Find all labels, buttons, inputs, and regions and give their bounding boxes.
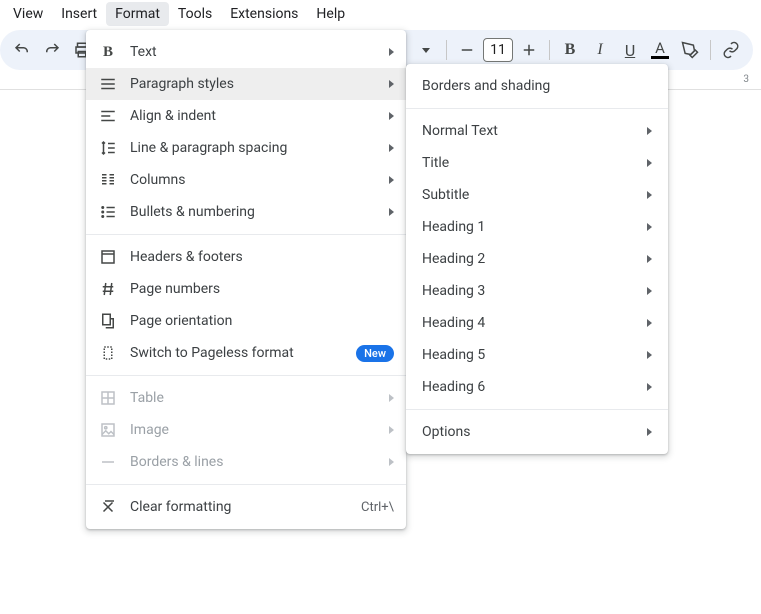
para-item-title[interactable]: Title — [406, 147, 668, 179]
chevron-right-icon — [389, 458, 394, 466]
para-item-heading-6[interactable]: Heading 6 — [406, 371, 668, 403]
format-item-page-orientation[interactable]: Page orientation — [86, 305, 406, 337]
underline-icon: U — [625, 41, 635, 60]
menu-help[interactable]: Help — [307, 2, 354, 26]
menu-separator — [86, 234, 406, 235]
format-item-paragraph-styles[interactable]: Paragraph styles — [86, 68, 406, 100]
para-item-normal-text[interactable]: Normal Text — [406, 115, 668, 147]
font-size-increase-button[interactable] — [515, 36, 543, 64]
font-size-decrease-button[interactable] — [453, 36, 481, 64]
format-item-pageless[interactable]: Switch to Pageless format New — [86, 337, 406, 369]
chevron-right-icon — [647, 319, 652, 327]
para-item-borders-shading[interactable]: Borders and shading — [406, 70, 668, 102]
highlighter-icon — [681, 41, 699, 59]
chevron-right-icon — [389, 80, 394, 88]
line-spacing-icon — [98, 138, 118, 158]
chevron-right-icon — [389, 144, 394, 152]
page-numbers-icon — [98, 279, 118, 299]
highlight-button[interactable] — [676, 36, 704, 64]
para-item-heading-5[interactable]: Heading 5 — [406, 339, 668, 371]
new-badge: New — [356, 345, 394, 362]
format-item-align-indent[interactable]: Align & indent — [86, 100, 406, 132]
format-menu-dropdown: B Text Paragraph styles Align & indent L… — [86, 30, 406, 529]
para-item-heading-1[interactable]: Heading 1 — [406, 211, 668, 243]
link-icon — [722, 41, 740, 59]
image-icon — [98, 420, 118, 440]
menu-separator — [86, 375, 406, 376]
menu-extensions[interactable]: Extensions — [221, 2, 307, 26]
chevron-right-icon — [389, 176, 394, 184]
italic-button[interactable]: I — [586, 36, 614, 64]
toolbar-separator — [549, 40, 550, 60]
chevron-right-icon — [647, 383, 652, 391]
align-icon — [98, 106, 118, 126]
table-icon — [98, 388, 118, 408]
chevron-right-icon — [389, 426, 394, 434]
menu-separator — [406, 409, 668, 410]
bold-icon: B — [98, 42, 118, 62]
chevron-right-icon — [647, 159, 652, 167]
font-size-input[interactable]: 11 — [483, 38, 513, 62]
menu-insert[interactable]: Insert — [52, 2, 106, 26]
format-item-table: Table — [86, 382, 406, 414]
undo-button[interactable] — [8, 36, 36, 64]
chevron-right-icon — [647, 428, 652, 436]
chevron-right-icon — [389, 112, 394, 120]
menubar: View Insert Format Tools Extensions Help — [0, 0, 761, 28]
paragraph-styles-submenu: Borders and shading Normal Text Title Su… — [406, 64, 668, 454]
text-color-button[interactable]: A — [646, 36, 674, 64]
para-item-heading-4[interactable]: Heading 4 — [406, 307, 668, 339]
insert-link-button[interactable] — [717, 36, 745, 64]
para-item-heading-2[interactable]: Heading 2 — [406, 243, 668, 275]
toolbar-separator — [710, 40, 711, 60]
format-item-bullets-numbering[interactable]: Bullets & numbering — [86, 196, 406, 228]
underline-button[interactable]: U — [616, 36, 644, 64]
chevron-right-icon — [647, 255, 652, 263]
para-item-options[interactable]: Options — [406, 416, 668, 448]
font-size-control: 11 — [453, 36, 543, 64]
bold-button[interactable]: B — [556, 36, 584, 64]
chevron-right-icon — [647, 191, 652, 199]
format-item-columns[interactable]: Columns — [86, 164, 406, 196]
chevron-down-icon — [422, 48, 430, 53]
format-item-image: Image — [86, 414, 406, 446]
bold-icon: B — [565, 41, 576, 59]
redo-button[interactable] — [38, 36, 66, 64]
menu-format[interactable]: Format — [106, 2, 169, 26]
menu-tools[interactable]: Tools — [169, 2, 221, 26]
chevron-right-icon — [647, 287, 652, 295]
text-color-icon: A — [655, 41, 665, 55]
pageless-icon — [98, 343, 118, 363]
chevron-right-icon — [647, 351, 652, 359]
menu-separator — [406, 108, 668, 109]
format-item-text[interactable]: B Text — [86, 36, 406, 68]
format-item-clear-formatting[interactable]: Clear formatting Ctrl+\ — [86, 491, 406, 523]
clear-formatting-icon — [98, 497, 118, 517]
chevron-right-icon — [389, 394, 394, 402]
menu-view[interactable]: View — [4, 2, 52, 26]
format-item-headers-footers[interactable]: Headers & footers — [86, 241, 406, 273]
menu-separator — [86, 484, 406, 485]
italic-icon: I — [597, 41, 602, 59]
columns-icon — [98, 170, 118, 190]
ruler-tick-label: 3 — [743, 74, 749, 85]
chevron-right-icon — [647, 127, 652, 135]
format-item-line-spacing[interactable]: Line & paragraph spacing — [86, 132, 406, 164]
bullets-icon — [98, 202, 118, 222]
chevron-right-icon — [389, 48, 394, 56]
headers-footers-icon — [98, 247, 118, 267]
dropdown-caret[interactable] — [412, 36, 440, 64]
format-item-borders-lines: Borders & lines — [86, 446, 406, 478]
para-item-subtitle[interactable]: Subtitle — [406, 179, 668, 211]
chevron-right-icon — [647, 223, 652, 231]
para-item-heading-3[interactable]: Heading 3 — [406, 275, 668, 307]
toolbar-separator — [446, 40, 447, 60]
keyboard-shortcut: Ctrl+\ — [361, 500, 394, 515]
chevron-right-icon — [389, 208, 394, 216]
borders-lines-icon — [98, 452, 118, 472]
format-item-page-numbers[interactable]: Page numbers — [86, 273, 406, 305]
paragraph-icon — [98, 74, 118, 94]
page-orientation-icon — [98, 311, 118, 331]
